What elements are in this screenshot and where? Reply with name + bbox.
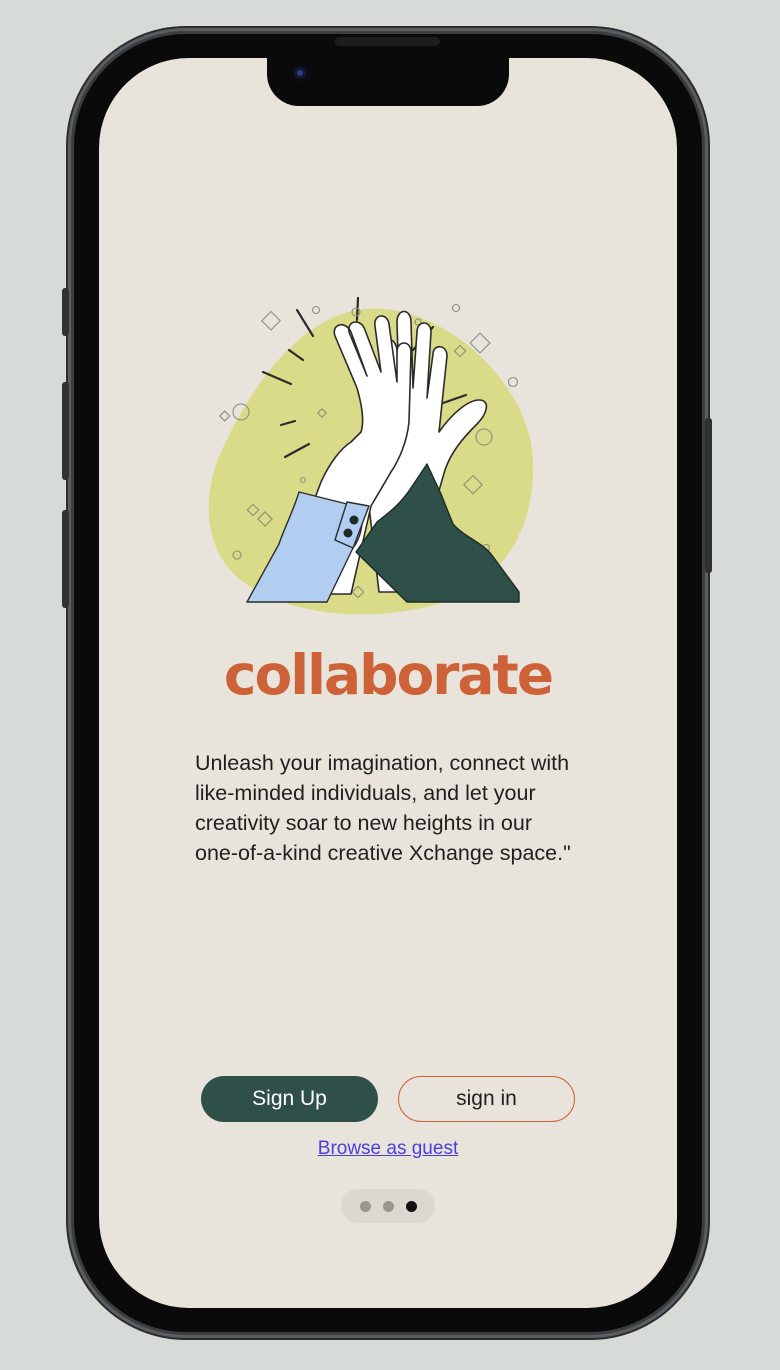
phone-side-button <box>705 418 712 573</box>
high-five-illustration <box>208 296 534 615</box>
phone-side-button <box>62 510 69 608</box>
phone-side-button <box>62 382 69 480</box>
sign-up-button[interactable]: Sign Up <box>201 1076 378 1122</box>
speaker-grille <box>335 37 440 46</box>
page-indicator <box>341 1189 435 1223</box>
phone-side-button <box>62 288 69 336</box>
page-indicator-dot-active[interactable] <box>405 1200 417 1212</box>
onboarding-title: collaborate <box>223 643 554 707</box>
page-indicator-dot[interactable] <box>359 1200 371 1212</box>
sign-in-button[interactable]: sign in <box>398 1076 575 1122</box>
page-indicator-dot[interactable] <box>382 1200 394 1212</box>
browse-as-guest-link[interactable]: Browse as guest <box>99 1138 677 1160</box>
onboarding-description: Unleash your imagination, connect with l… <box>195 751 571 865</box>
front-camera <box>290 63 310 83</box>
app-screen: collaborate Unleash your imagination, co… <box>99 58 677 1308</box>
